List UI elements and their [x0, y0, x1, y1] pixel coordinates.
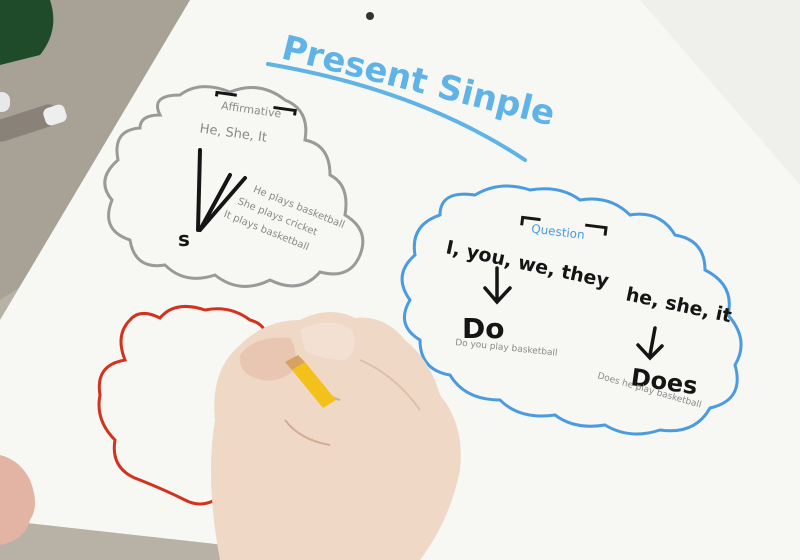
- photo-scene: Present Sinple Affirmative He, She, It s…: [0, 0, 800, 560]
- affirmative-ending: s: [178, 227, 190, 251]
- ink-dot: [366, 12, 374, 20]
